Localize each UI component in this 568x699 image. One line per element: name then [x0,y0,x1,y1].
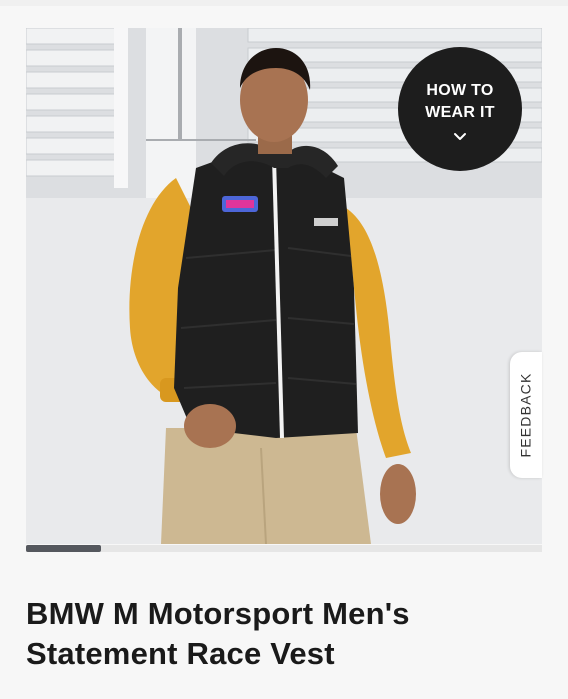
product-page: HOW TO WEAR IT FEEDBACK BMW M Motorsport… [0,0,568,699]
product-image-carousel[interactable]: HOW TO WEAR IT [26,28,542,544]
carousel-scrollbar[interactable] [26,545,542,552]
top-edge [0,0,568,6]
how-to-wear-button[interactable]: HOW TO WEAR IT [398,47,522,171]
carousel-scroll-thumb[interactable] [26,545,101,552]
chevron-down-icon [454,133,466,140]
product-title: BMW M Motorsport Men's Statement Race Ve… [26,596,410,671]
how-to-wear-label: HOW TO WEAR IT [425,82,495,121]
feedback-label: FEEDBACK [518,372,534,458]
feedback-tab[interactable]: FEEDBACK [510,352,542,478]
